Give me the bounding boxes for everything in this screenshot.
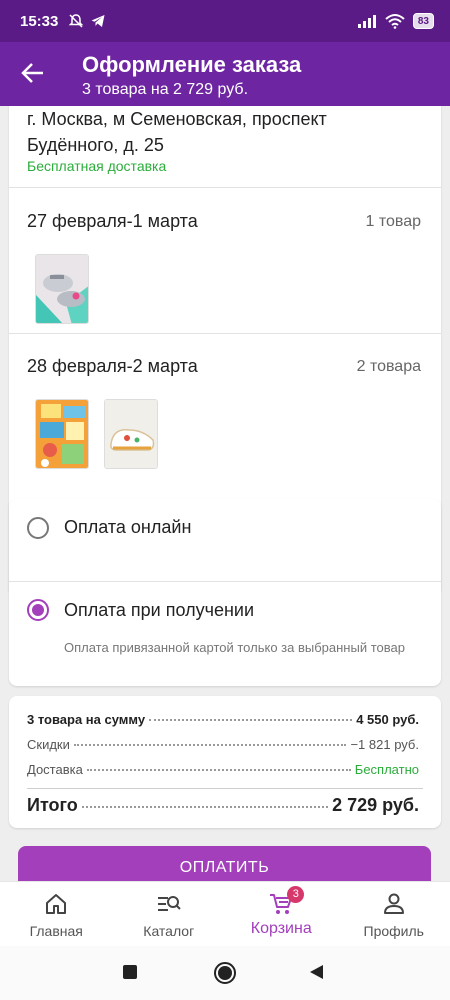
order-summary-subtitle: 3 товара на 2 729 руб. xyxy=(82,81,249,98)
leader-dots xyxy=(73,744,347,746)
nav-item-catalog[interactable]: Каталог xyxy=(113,882,226,946)
pay-button[interactable]: ОПЛАТИТЬ xyxy=(18,846,431,881)
recents-square-icon[interactable] xyxy=(122,964,138,980)
nav-label-profile: Профиль xyxy=(363,923,424,939)
divider xyxy=(27,788,423,789)
signal-icon xyxy=(357,15,376,28)
nav-item-cart[interactable]: 3 Корзина xyxy=(225,882,338,946)
summary-discount-row: Скидки −1 821 руб. xyxy=(27,737,419,752)
catalog-search-icon xyxy=(157,896,181,911)
status-time: 15:33 xyxy=(20,12,59,30)
battery-icon: 83 xyxy=(412,13,434,29)
subtotal-value: 4 550 руб. xyxy=(356,712,419,727)
telegram-icon xyxy=(91,15,105,27)
status-bar: 15:33 83 xyxy=(0,0,450,42)
nav-label-home: Главная xyxy=(29,923,83,939)
total-label: Итого xyxy=(27,795,78,815)
sandals-thumbnail[interactable] xyxy=(35,254,89,324)
bottom-nav: Главная Каталог 3 Корзина Профиль xyxy=(0,881,450,946)
delivery-count-1: 1 товар xyxy=(365,213,421,230)
checkout-content[interactable]: г. Москва, м Семеновская, проспект Будён… xyxy=(0,106,450,881)
summary-subtotal-row: 3 товара на сумму 4 550 руб. xyxy=(27,712,419,727)
nav-item-home[interactable]: Главная xyxy=(0,882,113,946)
summary-total-row: Итого 2 729 руб. xyxy=(27,795,419,816)
wifi-icon xyxy=(385,14,405,29)
back-triangle-icon[interactable] xyxy=(308,964,324,980)
nav-item-profile[interactable]: Профиль xyxy=(338,882,450,946)
system-nav-bar xyxy=(0,946,450,1000)
mute-icon xyxy=(69,14,84,28)
page-title: Оформление заказа xyxy=(82,52,302,77)
stickers-thumbnail[interactable] xyxy=(35,399,89,469)
payment-online-label[interactable]: Оплата онлайн xyxy=(64,517,191,538)
home-circle-icon[interactable] xyxy=(213,961,237,985)
discount-label: Скидки xyxy=(27,737,70,752)
delivery-date-2: 28 февраля-2 марта xyxy=(27,356,198,376)
delivery-count-2: 2 товара xyxy=(356,358,421,375)
home-icon xyxy=(46,894,67,914)
app-bar: Оформление заказа 3 товара на 2 729 руб. xyxy=(0,42,450,106)
payment-online-radio[interactable] xyxy=(27,517,49,539)
leader-dots xyxy=(81,806,329,808)
nav-label-catalog: Каталог xyxy=(143,923,195,939)
leader-dots xyxy=(86,769,351,771)
summary-delivery-row: Доставка Бесплатно xyxy=(27,762,419,777)
leader-dots xyxy=(149,719,353,721)
order-summary-card: 3 товара на сумму 4 550 руб. Скидки −1 8… xyxy=(9,696,441,828)
payment-on-delivery-radio[interactable] xyxy=(27,599,49,621)
divider xyxy=(9,187,441,188)
total-value: 2 729 руб. xyxy=(332,795,419,815)
subtotal-label: 3 товара на сумму xyxy=(27,712,146,727)
divider xyxy=(9,333,441,334)
delivery-address[interactable]: г. Москва, м Семеновская, проспект Будён… xyxy=(27,106,417,158)
nav-label-cart: Корзина xyxy=(250,920,312,937)
back-arrow-icon[interactable] xyxy=(20,60,46,86)
payment-on-delivery-label[interactable]: Оплата при получении xyxy=(64,600,254,621)
discount-value: −1 821 руб. xyxy=(350,737,419,752)
delivery-value: Бесплатно xyxy=(354,762,419,777)
payment-card: Оплата онлайн Оплата при получении Оплат… xyxy=(9,499,441,686)
divider xyxy=(9,581,441,582)
profile-icon xyxy=(383,893,404,914)
delivery-date-1: 27 февраля-1 марта xyxy=(27,211,198,231)
payment-on-delivery-note: Оплата привязанной картой только за выбр… xyxy=(64,640,405,655)
delivery-label: Доставка xyxy=(27,762,83,777)
cart-badge: 3 xyxy=(287,886,305,903)
free-delivery-note: Бесплатная доставка xyxy=(27,158,167,174)
sneakers-thumbnail[interactable] xyxy=(104,399,158,469)
